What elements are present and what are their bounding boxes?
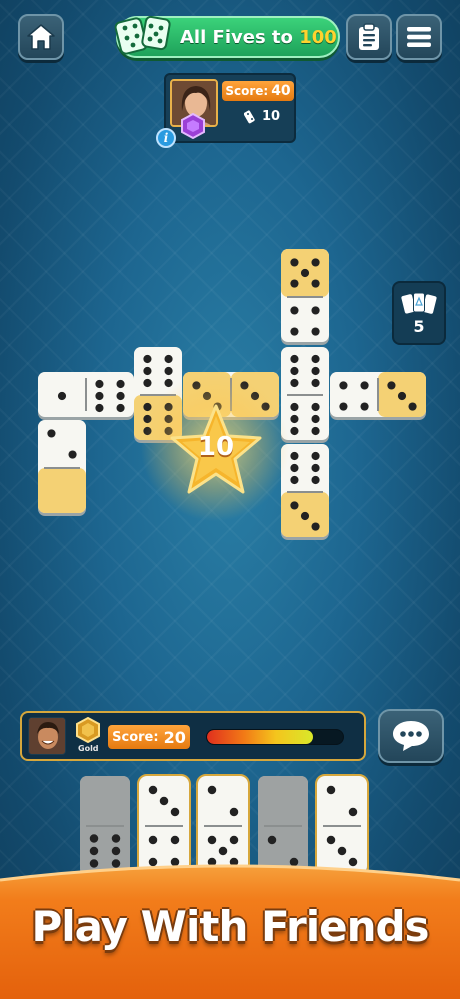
boneyard-count: 5	[413, 316, 425, 336]
menu-button[interactable]	[396, 14, 442, 60]
player-score: Score: 20	[108, 725, 190, 749]
domino-tile-icon	[244, 109, 255, 123]
mode-title: All Fives to	[180, 26, 293, 48]
opponent-tiles-value: 10	[262, 109, 281, 124]
mode-target-score: 100	[299, 26, 337, 48]
boneyard-button[interactable]: 5	[392, 281, 446, 345]
opponent-score-label: Score:	[225, 84, 269, 98]
chat-button[interactable]	[378, 709, 444, 763]
speech-bubble-icon	[393, 721, 429, 751]
opponent-panel: Score: 40 10	[164, 73, 296, 143]
player-score-value: 20	[163, 727, 186, 747]
info-icon[interactable]: i	[156, 128, 176, 148]
mode-dice-icon	[114, 15, 171, 55]
player-avatar[interactable]	[28, 717, 66, 755]
turn-timer-bar	[206, 729, 344, 745]
promo-banner-text: Play With Friends	[31, 902, 429, 951]
purple-gem-badge-icon	[181, 113, 205, 139]
player-portrait	[29, 718, 65, 754]
opponent-score-value: 40	[271, 83, 291, 99]
scoresheet-button[interactable]	[346, 14, 392, 60]
game-mode-banner: All Fives to 100	[114, 15, 340, 58]
rank-label: Gold	[78, 744, 99, 753]
opponent-tiles-count: 10	[244, 109, 280, 124]
player-score-label: Score:	[112, 729, 159, 745]
board-domino-1-6	[38, 372, 134, 420]
home-button[interactable]	[18, 14, 64, 60]
board-domino-5-4	[281, 249, 329, 345]
board-domino-spinner-6-6	[281, 347, 329, 443]
hamburger-menu-icon	[407, 27, 431, 47]
gold-rank-icon	[76, 717, 100, 743]
play-points: 10	[197, 432, 235, 462]
board-domino-4-3	[330, 372, 426, 420]
opponent-score: Score: 40	[222, 81, 294, 101]
turn-timer-fill	[207, 730, 314, 744]
board-domino-2-0	[38, 420, 86, 516]
clipboard-icon	[359, 23, 379, 50]
home-icon	[27, 24, 55, 50]
player-panel: Gold Score: 20	[20, 711, 366, 761]
stacked-tiles-icon	[401, 292, 437, 314]
